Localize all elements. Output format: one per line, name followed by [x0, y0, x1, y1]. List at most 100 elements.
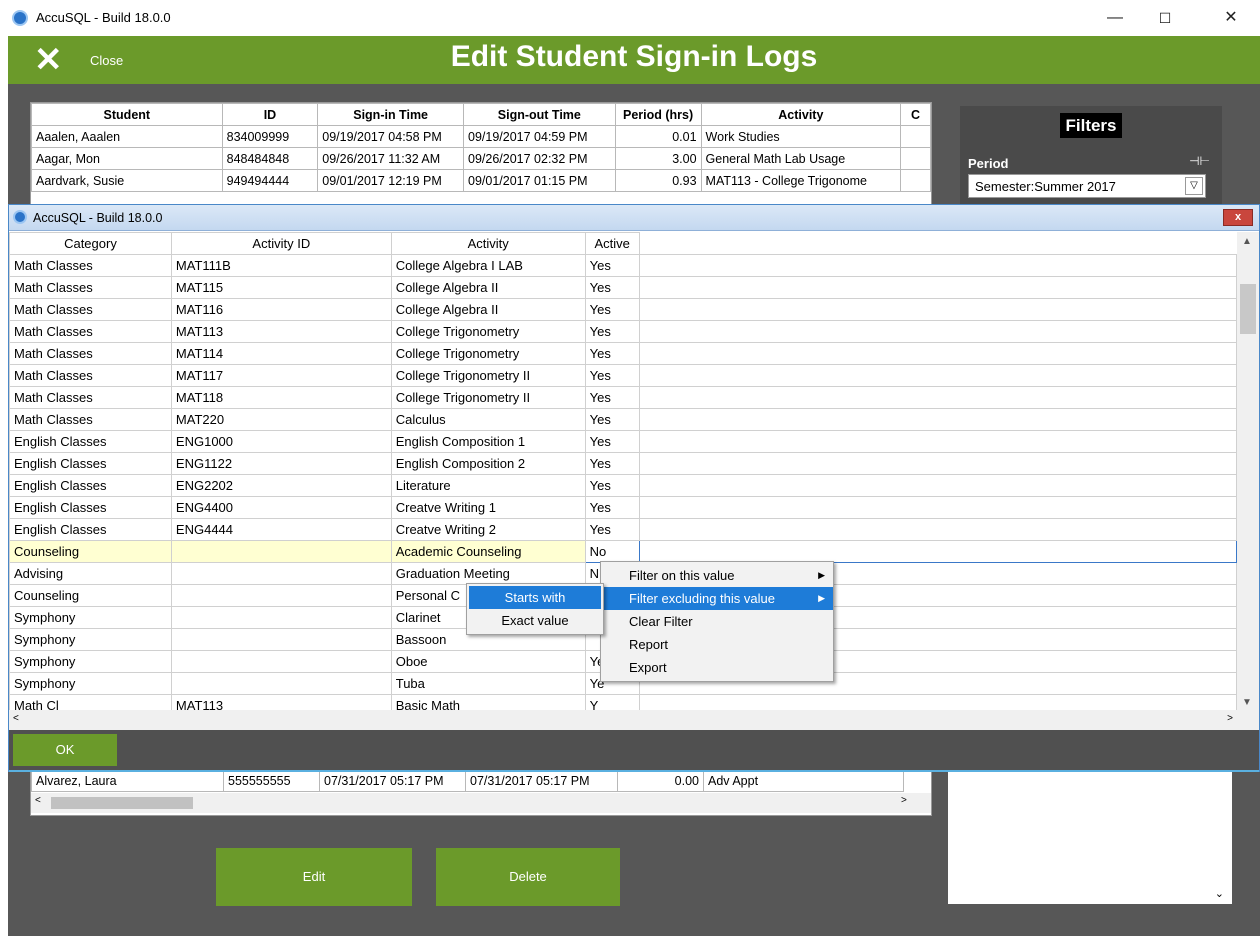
cell-activity[interactable]: Creatve Writing 1 — [390, 496, 586, 519]
table-row[interactable]: Math Classes MAT116 College Algebra II Yes — [9, 298, 1237, 321]
cell-category[interactable]: English Classes — [9, 518, 172, 541]
cell-activity[interactable]: College Algebra II — [390, 298, 586, 321]
cell-activity-id[interactable]: MAT113 — [170, 320, 392, 343]
cell-active[interactable]: Yes — [584, 276, 640, 299]
cell-activity-id[interactable] — [170, 584, 392, 607]
cell-activity-id[interactable]: MAT111B — [170, 254, 392, 277]
cell-activity[interactable]: College Algebra II — [390, 276, 586, 299]
cell-activity[interactable]: Literature — [390, 474, 586, 497]
cell-activity[interactable]: Graduation Meeting — [390, 562, 586, 585]
column-header-activity[interactable]: Activity — [390, 232, 586, 255]
cell-activity-id[interactable]: MAT113 — [170, 694, 392, 710]
cell-activity-id[interactable]: ENG4444 — [170, 518, 392, 541]
cell-active[interactable]: Yes — [584, 430, 640, 453]
cell-activity[interactable]: Creatve Writing 2 — [390, 518, 586, 541]
scroll-left-icon[interactable]: < — [13, 713, 19, 724]
cell-active[interactable]: Yes — [584, 320, 640, 343]
cell-active[interactable]: Yes — [584, 518, 640, 541]
cell-activity[interactable]: College Trigonometry — [390, 320, 586, 343]
edit-button[interactable]: Edit — [216, 848, 412, 906]
cell-activity-id[interactable]: MAT116 — [170, 298, 392, 321]
cell-activity[interactable]: College Trigonometry II — [390, 364, 586, 387]
scroll-left-icon[interactable]: < — [35, 795, 41, 806]
cell-category[interactable]: Symphony — [9, 628, 172, 651]
scroll-up-icon[interactable]: ▲ — [1242, 236, 1252, 247]
cell-category[interactable]: English Classes — [9, 474, 172, 497]
ok-button[interactable]: OK — [13, 734, 117, 766]
signin-logs-table[interactable]: Student ID Sign-in Time Sign-out Time Pe… — [30, 102, 932, 214]
pin-icon[interactable]: ⊣⊢ — [1189, 154, 1210, 168]
table-row[interactable]: Math Classes MAT114 College Trigonometry Ye… — [9, 342, 1237, 365]
cell-category[interactable]: Counseling — [9, 584, 172, 607]
period-select[interactable]: Semester:Summer 2017 ▽ — [968, 174, 1206, 198]
scroll-down-icon[interactable]: ▼ — [1242, 697, 1252, 708]
column-header-activity[interactable]: Activity — [700, 103, 902, 126]
table-row[interactable]: Math Classes MAT118 College Trigonometry I… — [9, 386, 1237, 409]
cell-category[interactable]: Math Classes — [9, 386, 172, 409]
menu-item-report[interactable]: Report — [601, 633, 833, 656]
table-row[interactable]: Math Cl MAT113 Basic Math Y — [9, 694, 1237, 710]
cell-activity-id[interactable]: ENG1122 — [170, 452, 392, 475]
column-header-active[interactable]: Active — [584, 232, 640, 255]
window-close-icon[interactable]: ✕ — [1216, 6, 1246, 30]
cell-active[interactable]: Yes — [584, 298, 640, 321]
cell-category[interactable]: Symphony — [9, 672, 172, 695]
table-row[interactable]: Math Classes MAT220 Calculus Yes — [9, 408, 1237, 431]
cell-activity-id[interactable] — [170, 650, 392, 673]
cell-active[interactable]: Yes — [584, 496, 640, 519]
cell-activity[interactable]: English Composition 1 — [390, 430, 586, 453]
table-row[interactable]: English Classes ENG1000 English Compositio… — [9, 430, 1237, 453]
column-header-period[interactable]: Period (hrs) — [614, 103, 702, 126]
column-header-category[interactable]: Category — [9, 232, 172, 255]
cell-category[interactable]: English Classes — [9, 430, 172, 453]
cell-activity-id[interactable]: MAT117 — [170, 364, 392, 387]
cell-active[interactable]: Yes — [584, 386, 640, 409]
delete-button[interactable]: Delete — [436, 848, 620, 906]
cell-category[interactable]: Math Classes — [9, 254, 172, 277]
cell-activity-id[interactable]: ENG4400 — [170, 496, 392, 519]
cell-category[interactable]: Advising — [9, 562, 172, 585]
column-header-activity-id[interactable]: Activity ID — [170, 232, 392, 255]
cell-activity-id[interactable]: MAT115 — [170, 276, 392, 299]
table-row[interactable]: Math Classes MAT115 College Algebra II Yes — [9, 276, 1237, 299]
cell-activity-id[interactable] — [170, 540, 392, 563]
cell-activity[interactable]: College Algebra I LAB — [390, 254, 586, 277]
cell-activity-id[interactable]: MAT118 — [170, 386, 392, 409]
chevron-down-icon[interactable]: ▽ — [1185, 177, 1203, 195]
horizontal-scrollbar[interactable]: < > — [9, 710, 1259, 730]
cell-activity-id[interactable]: MAT114 — [170, 342, 392, 365]
chevron-down-icon[interactable]: ⌄ — [1215, 887, 1224, 900]
cell-category[interactable]: Math Classes — [9, 408, 172, 431]
table-row[interactable]: Math Classes MAT113 College Trigonometry Ye… — [9, 320, 1237, 343]
minimize-icon[interactable]: — — [1100, 6, 1130, 30]
cell-active[interactable]: Yes — [584, 254, 640, 277]
cell-activity-id[interactable]: MAT220 — [170, 408, 392, 431]
cell-activity[interactable]: College Trigonometry II — [390, 386, 586, 409]
table-row[interactable]: Aaalen, Aaalen 834009999 09/19/2017 04:5… — [31, 125, 931, 148]
table-row[interactable]: Counseling Academic Counseling No — [9, 540, 1237, 563]
scrollbar-thumb[interactable] — [51, 797, 193, 809]
column-header-id[interactable]: ID — [221, 103, 319, 126]
cell-category[interactable]: Symphony — [9, 606, 172, 629]
cell-activity[interactable]: College Trigonometry — [390, 342, 586, 365]
table-row[interactable]: English Classes ENG2202 Literature Yes — [9, 474, 1237, 497]
column-header-signin[interactable]: Sign-in Time — [317, 103, 464, 126]
cell-category[interactable]: Math Cl — [9, 694, 172, 710]
cell-activity-id[interactable] — [170, 606, 392, 629]
table-row[interactable]: Alvarez, Laura 555555555 07/31/2017 05:1… — [31, 769, 904, 792]
menu-item-filter-on-value[interactable]: Filter on this value ▶ — [601, 564, 833, 587]
scroll-right-icon[interactable]: > — [1227, 713, 1233, 724]
filters-list[interactable]: ⌄ — [948, 772, 1232, 904]
dialog-close-button[interactable]: x — [1223, 209, 1253, 226]
table-row[interactable]: Math Classes MAT111B College Algebra I LAB… — [9, 254, 1237, 277]
table-row[interactable]: English Classes ENG1122 English Compositio… — [9, 452, 1237, 475]
cell-category[interactable]: Math Classes — [9, 342, 172, 365]
menu-item-starts-with[interactable]: Starts with — [469, 586, 601, 609]
table-row[interactable]: Aardvark, Susie 949494444 09/01/2017 12:… — [31, 169, 931, 192]
cell-activity-id[interactable] — [170, 562, 392, 585]
column-header-c[interactable]: C — [900, 103, 931, 126]
cell-category[interactable]: English Classes — [9, 452, 172, 475]
menu-item-exact-value[interactable]: Exact value — [469, 609, 601, 632]
scroll-right-icon[interactable]: > — [901, 795, 907, 806]
cell-category[interactable]: English Classes — [9, 496, 172, 519]
